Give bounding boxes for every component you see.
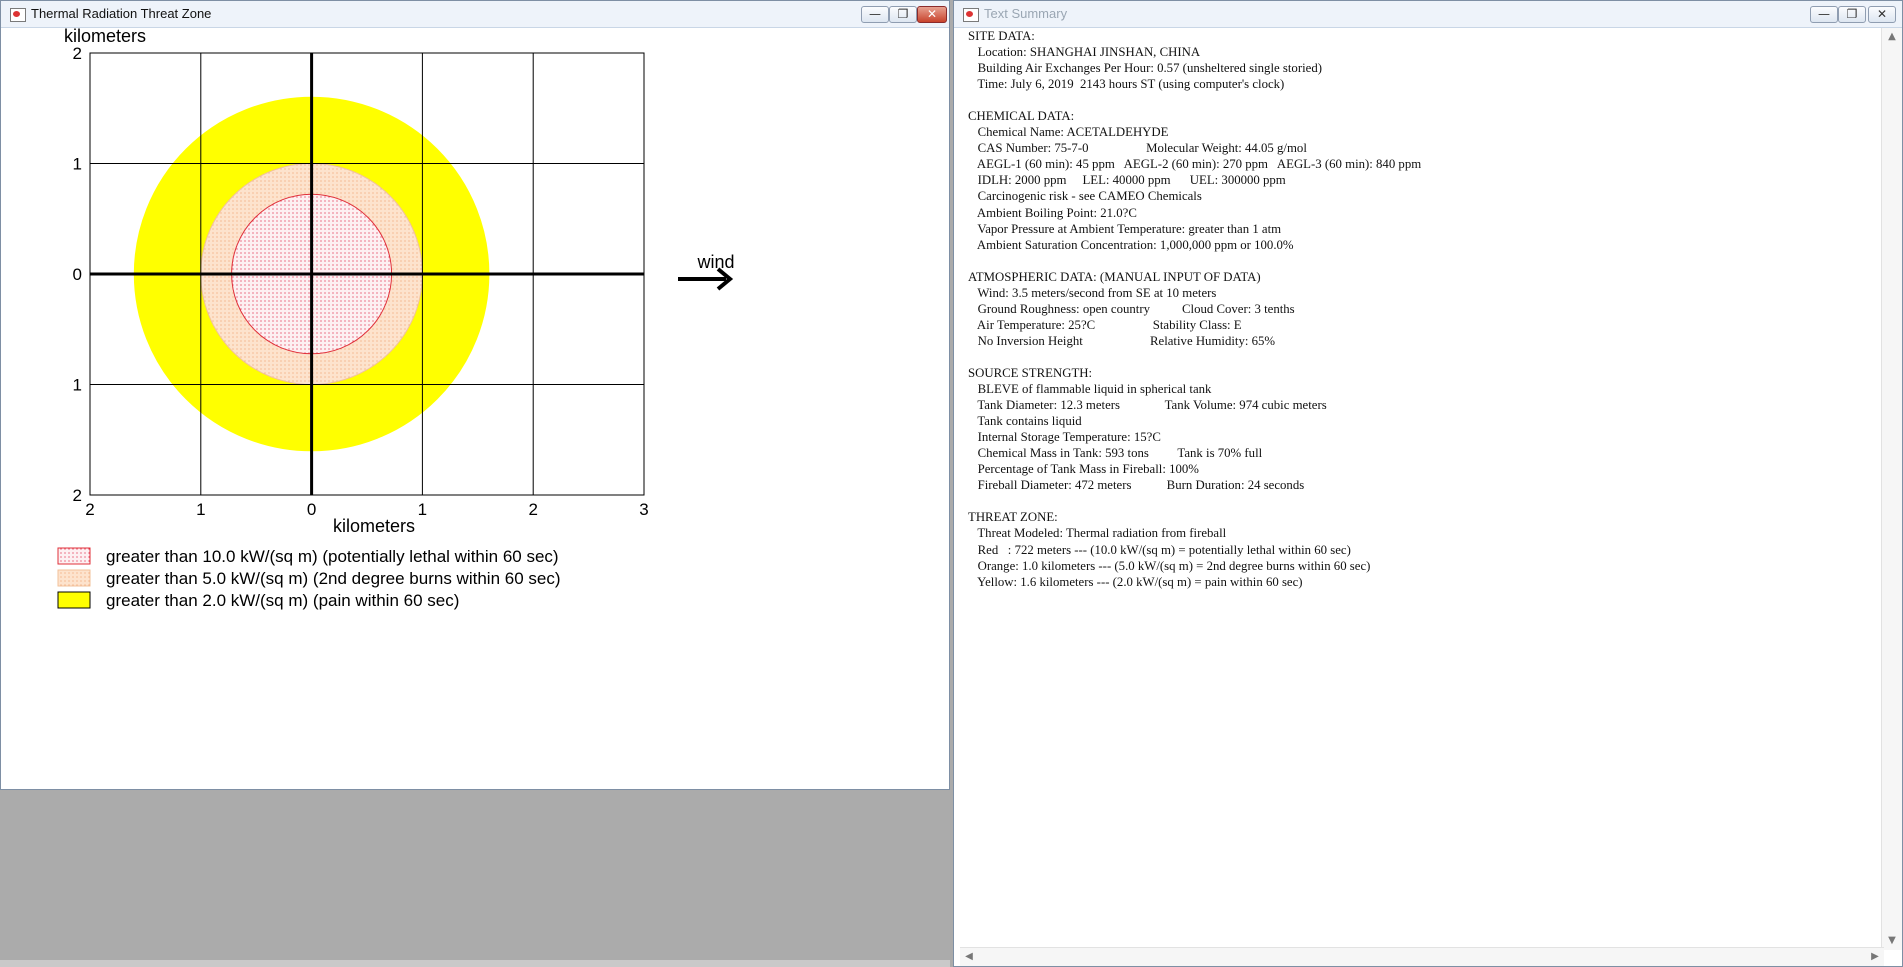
close-icon: ✕ <box>926 7 938 21</box>
close-button[interactable]: ✕ <box>917 6 947 23</box>
x-tick-label: 3 <box>639 500 648 519</box>
y-tick-label: 1 <box>73 155 82 174</box>
threat-zone-window: Thermal Radiation Threat Zone — ❐ ✕ 2 1 0 1… <box>0 0 950 790</box>
y-axis-label: kilometers <box>64 28 146 46</box>
legend-label-red: greater than 10.0 kW/(sq m) (potentially… <box>106 547 559 566</box>
window-title: Thermal Radiation Threat Zone <box>31 6 212 21</box>
minimize-icon: — <box>869 7 881 21</box>
x-tick-label: 2 <box>528 500 537 519</box>
maximize-button[interactable]: ❐ <box>1838 6 1866 23</box>
threat-zone-plot: 2 1 0 1 2 3 2 1 0 1 2 kilometers kilometers wind g… <box>57 26 735 610</box>
close-button[interactable]: ✕ <box>1868 6 1896 23</box>
y-tick-label: 1 <box>73 376 82 395</box>
x-tick-label: 2 <box>85 500 94 519</box>
y-tick-label: 0 <box>73 265 82 284</box>
x-tick-label: 0 <box>307 500 316 519</box>
scroll-down-icon[interactable]: ▼ <box>1882 932 1902 950</box>
window-title: Text Summary <box>984 6 1068 21</box>
vertical-scrollbar[interactable]: ▲ ▼ <box>1881 28 1902 950</box>
x-axis-label: kilometers <box>333 516 415 536</box>
minimize-icon: — <box>1818 7 1830 21</box>
maximize-icon: ❐ <box>897 7 909 21</box>
x-tick-label: 1 <box>418 500 427 519</box>
x-tick-label: 1 <box>196 500 205 519</box>
app-icon <box>10 8 26 22</box>
summary-text-area[interactable]: SITE DATA: Location: SHANGHAI JINSHAN, C… <box>960 28 1884 950</box>
taskbar-edge <box>0 960 950 967</box>
title-bar[interactable]: Text Summary — ❐ ✕ <box>954 1 1902 28</box>
legend-swatch-orange <box>57 569 91 587</box>
maximize-button[interactable]: ❐ <box>889 6 917 23</box>
wind-indicator: wind <box>678 252 735 291</box>
scroll-left-icon[interactable]: ◀ <box>960 948 978 966</box>
text-summary-window: Text Summary — ❐ ✕ SITE DATA: Location: … <box>953 0 1903 967</box>
maximize-icon: ❐ <box>1846 7 1858 21</box>
horizontal-scrollbar[interactable]: ◀ ▶ <box>960 947 1884 966</box>
scroll-right-icon[interactable]: ▶ <box>1866 948 1884 966</box>
legend-label-yellow: greater than 2.0 kW/(sq m) (pain within … <box>106 591 459 610</box>
title-bar[interactable]: Thermal Radiation Threat Zone — ❐ ✕ <box>1 1 949 28</box>
plot-area: 2 1 0 1 2 3 2 1 0 1 2 kilometers kilometers wind g… <box>8 26 943 783</box>
wind-label: wind <box>696 252 734 272</box>
y-tick-label: 2 <box>73 486 82 505</box>
y-tick-label: 2 <box>73 44 82 63</box>
document-icon <box>963 8 979 22</box>
summary-text: SITE DATA: Location: SHANGHAI JINSHAN, C… <box>968 29 1422 589</box>
minimize-button[interactable]: — <box>861 6 889 23</box>
scroll-up-icon[interactable]: ▲ <box>1882 28 1902 46</box>
legend-label-orange: greater than 5.0 kW/(sq m) (2nd degree b… <box>106 569 561 588</box>
legend-swatch-red <box>57 547 91 565</box>
legend-swatch-yellow <box>57 591 91 609</box>
legend: greater than 10.0 kW/(sq m) (potentially… <box>57 547 561 610</box>
close-icon: ✕ <box>1876 7 1888 21</box>
minimize-button[interactable]: — <box>1810 6 1838 23</box>
